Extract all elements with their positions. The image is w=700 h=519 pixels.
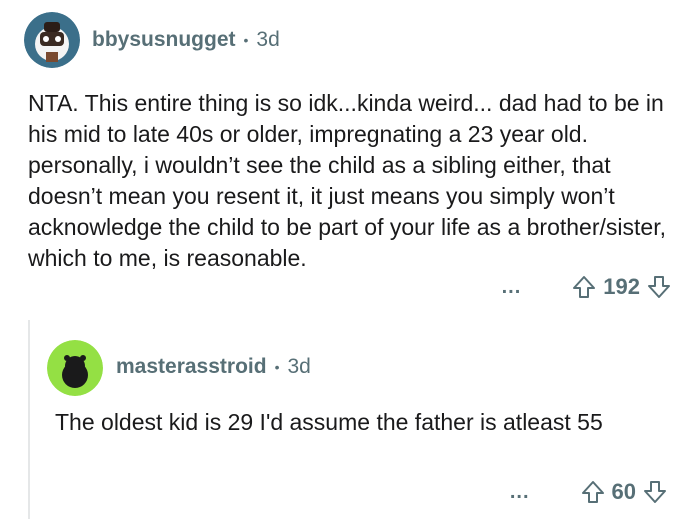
comment-meta: bbysusnugget • 3d bbox=[92, 28, 280, 52]
separator-dot: • bbox=[274, 359, 280, 375]
separator-dot: • bbox=[243, 32, 249, 48]
vote-score: 60 bbox=[611, 479, 636, 504]
timestamp: 3d bbox=[256, 28, 280, 51]
comment-1: bbysusnugget • 3d NTA. This entire thing… bbox=[0, 0, 700, 312]
comment-meta: masterasstroid • 3d bbox=[116, 355, 311, 379]
comment-actions: ... 192 bbox=[502, 274, 672, 300]
username[interactable]: bbysusnugget bbox=[92, 28, 236, 52]
user-avatar[interactable] bbox=[24, 12, 80, 68]
upvote-arrow-icon[interactable] bbox=[571, 274, 597, 300]
vote-score: 192 bbox=[603, 274, 640, 299]
comment-body: The oldest kid is 29 I'd assume the fath… bbox=[55, 409, 603, 435]
comment-actions: ... 60 bbox=[510, 479, 668, 505]
more-options-icon[interactable]: ... bbox=[502, 277, 522, 297]
downvote-arrow-icon[interactable] bbox=[646, 274, 672, 300]
user-avatar[interactable] bbox=[47, 340, 103, 396]
downvote-arrow-icon[interactable] bbox=[642, 479, 668, 505]
comment-body: NTA. This entire thing is so idk...kinda… bbox=[28, 90, 666, 271]
timestamp: 3d bbox=[287, 355, 311, 378]
more-options-icon[interactable]: ... bbox=[510, 482, 530, 502]
upvote-arrow-icon[interactable] bbox=[580, 479, 606, 505]
username[interactable]: masterasstroid bbox=[116, 355, 267, 379]
